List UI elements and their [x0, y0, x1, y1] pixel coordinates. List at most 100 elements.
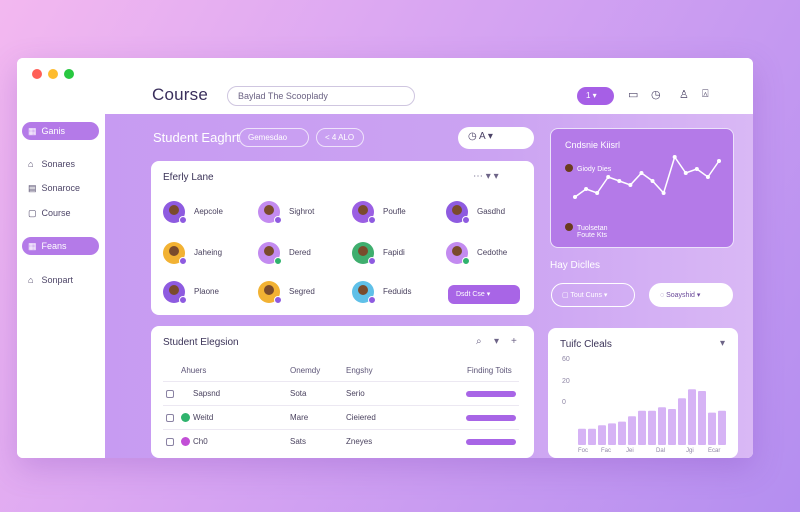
close-dot[interactable]: [32, 69, 42, 79]
col-header: Ahuers: [181, 366, 207, 375]
x-tick: Foc: [578, 448, 589, 454]
maximize-dot[interactable]: [64, 69, 74, 79]
status-badge: [274, 216, 282, 224]
inbox-icon[interactable]: ▭: [628, 88, 638, 101]
minimize-dot[interactable]: [48, 69, 58, 79]
cell-name: Sapsnd: [193, 389, 221, 398]
member-item[interactable]: Sighrot: [258, 201, 348, 224]
status-badge: [462, 257, 470, 265]
member-item[interactable]: Aepcole: [163, 201, 253, 224]
sidebar-item-sonaroce[interactable]: ▤ Sonaroce: [22, 179, 99, 197]
clock-icon[interactable]: ◷: [651, 88, 661, 101]
app-window: Course Baylad The Scooplady 1 ▾ ▭ ◷ ♙ ⍓ …: [17, 58, 753, 458]
sidebar-item-sonares[interactable]: ⌂ Sonares: [22, 155, 99, 173]
home-icon: ⌂: [28, 159, 34, 169]
member-item[interactable]: Dered: [258, 242, 348, 265]
row-checkbox[interactable]: [166, 390, 174, 398]
section-title: Student Eaghrt: [153, 130, 240, 145]
sidebar-item-sonpart[interactable]: ⌂ Sonpart: [22, 271, 99, 289]
line-chart-card: Cndsnie Kiisrl Giody Dies Tuolsetan Fout…: [550, 128, 734, 248]
bell-icon[interactable]: ⍓: [702, 88, 709, 101]
member-item[interactable]: Poufle: [352, 201, 442, 224]
bar: [618, 421, 626, 445]
view-tools[interactable]: ◷ A ▾: [458, 127, 534, 149]
member-name: Fapidi: [383, 248, 405, 257]
data-point: [617, 179, 622, 183]
x-tick: Ecar: [708, 448, 721, 454]
member-item[interactable]: Fapidi: [352, 242, 442, 265]
cell-value: Mare: [290, 413, 309, 422]
total-courses-dropdown[interactable]: ▢ Tout Cuns ▾: [551, 283, 635, 307]
bar: [648, 410, 656, 445]
section-label: Hay Diclles: [550, 260, 601, 271]
scope-dropdown[interactable]: ◌ Soayshid ▾: [649, 283, 733, 307]
member-item[interactable]: Jaheing: [163, 242, 253, 265]
member-name: Plaone: [194, 287, 219, 296]
cell-value: Sota: [290, 389, 307, 398]
filter-pill[interactable]: Gemesdao: [239, 128, 309, 147]
page-title: Course: [152, 85, 209, 104]
status-badge: [179, 216, 187, 224]
series-line: [574, 155, 720, 198]
sidebar: ▦ Ganis ⌂ Sonares ▤ Sonaroce ▢ Course ▦ …: [17, 114, 105, 458]
sidebar-item-course[interactable]: ▢ Course: [22, 204, 99, 222]
main-panel: Student Eaghrt Gemesdao < 4 ALO ◷ A ▾ Ef…: [105, 114, 753, 458]
col-header: Engshy: [346, 366, 373, 375]
cell-value: Cieiered: [346, 413, 376, 422]
bar: [678, 398, 686, 445]
x-tick: Jgi: [686, 448, 694, 454]
table-row[interactable]: Sapsnd Sota Serio: [163, 381, 519, 405]
sidebar-item-ganis[interactable]: ▦ Ganis: [22, 122, 99, 140]
x-tick: Dal: [656, 448, 666, 454]
row-checkbox[interactable]: [166, 438, 174, 446]
member-item[interactable]: Segred: [258, 281, 348, 304]
member-item[interactable]: Gasdhd: [446, 201, 536, 224]
card-title: Eferly Lane: [163, 172, 214, 183]
add-icon[interactable]: +: [511, 336, 517, 347]
progress-bar: [466, 415, 516, 421]
member-item[interactable]: Cedothe: [446, 242, 536, 265]
table-row[interactable]: Ch0 Sats Zneyes: [163, 429, 519, 453]
calendar-icon: ▤: [28, 183, 37, 193]
date-pill[interactable]: < 4 ALO: [316, 128, 364, 147]
group-icon: ▦: [28, 241, 37, 251]
member-name: Sighrot: [289, 207, 315, 216]
row-checkbox[interactable]: [166, 414, 174, 422]
search-input[interactable]: Baylad The Scooplady: [227, 86, 415, 106]
search-icon[interactable]: ⌕: [476, 336, 482, 347]
notifications-pill[interactable]: 1 ▾: [577, 87, 614, 105]
member-item[interactable]: Feduids: [352, 281, 442, 304]
data-point: [606, 175, 611, 179]
member-name: Aepcole: [194, 207, 223, 216]
student-dropdown-button[interactable]: Dsdt Cse ▾: [448, 285, 520, 304]
sidebar-item-feans[interactable]: ▦ Feans: [22, 237, 99, 255]
bar: [628, 416, 636, 445]
card-menu-icon[interactable]: ⋯ ▾ ▾: [473, 171, 499, 182]
members-card: Eferly Lane ⋯ ▾ ▾ Aepcole Sighrot Poufle Ga…: [151, 161, 534, 315]
sidebar-item-label: Ganis: [41, 126, 66, 136]
bar: [638, 410, 646, 445]
home-icon: ⌂: [28, 275, 34, 285]
card-title: Student Elegsion: [163, 337, 239, 348]
chevron-down-icon[interactable]: ▾: [494, 336, 499, 347]
bar: [698, 391, 706, 445]
status-badge: [179, 257, 187, 265]
bar: [658, 407, 666, 445]
bar: [668, 409, 676, 445]
data-point: [595, 191, 600, 195]
x-tick: Fac: [601, 448, 612, 454]
line-chart: [573, 155, 721, 199]
bar: [688, 389, 696, 445]
status-badge: [368, 257, 376, 265]
table-row[interactable]: Weitd Mare Cieiered: [163, 405, 519, 429]
bar: [588, 428, 596, 445]
data-point: [573, 195, 577, 199]
user-icon[interactable]: ♙: [679, 88, 689, 101]
col-header: Finding Toits: [467, 366, 512, 375]
data-point: [628, 183, 633, 187]
member-item[interactable]: Plaone: [163, 281, 253, 304]
data-point: [672, 155, 677, 159]
cell-name: Ch0: [193, 437, 208, 446]
bar: [718, 410, 726, 445]
cell-name: Weitd: [193, 413, 214, 422]
